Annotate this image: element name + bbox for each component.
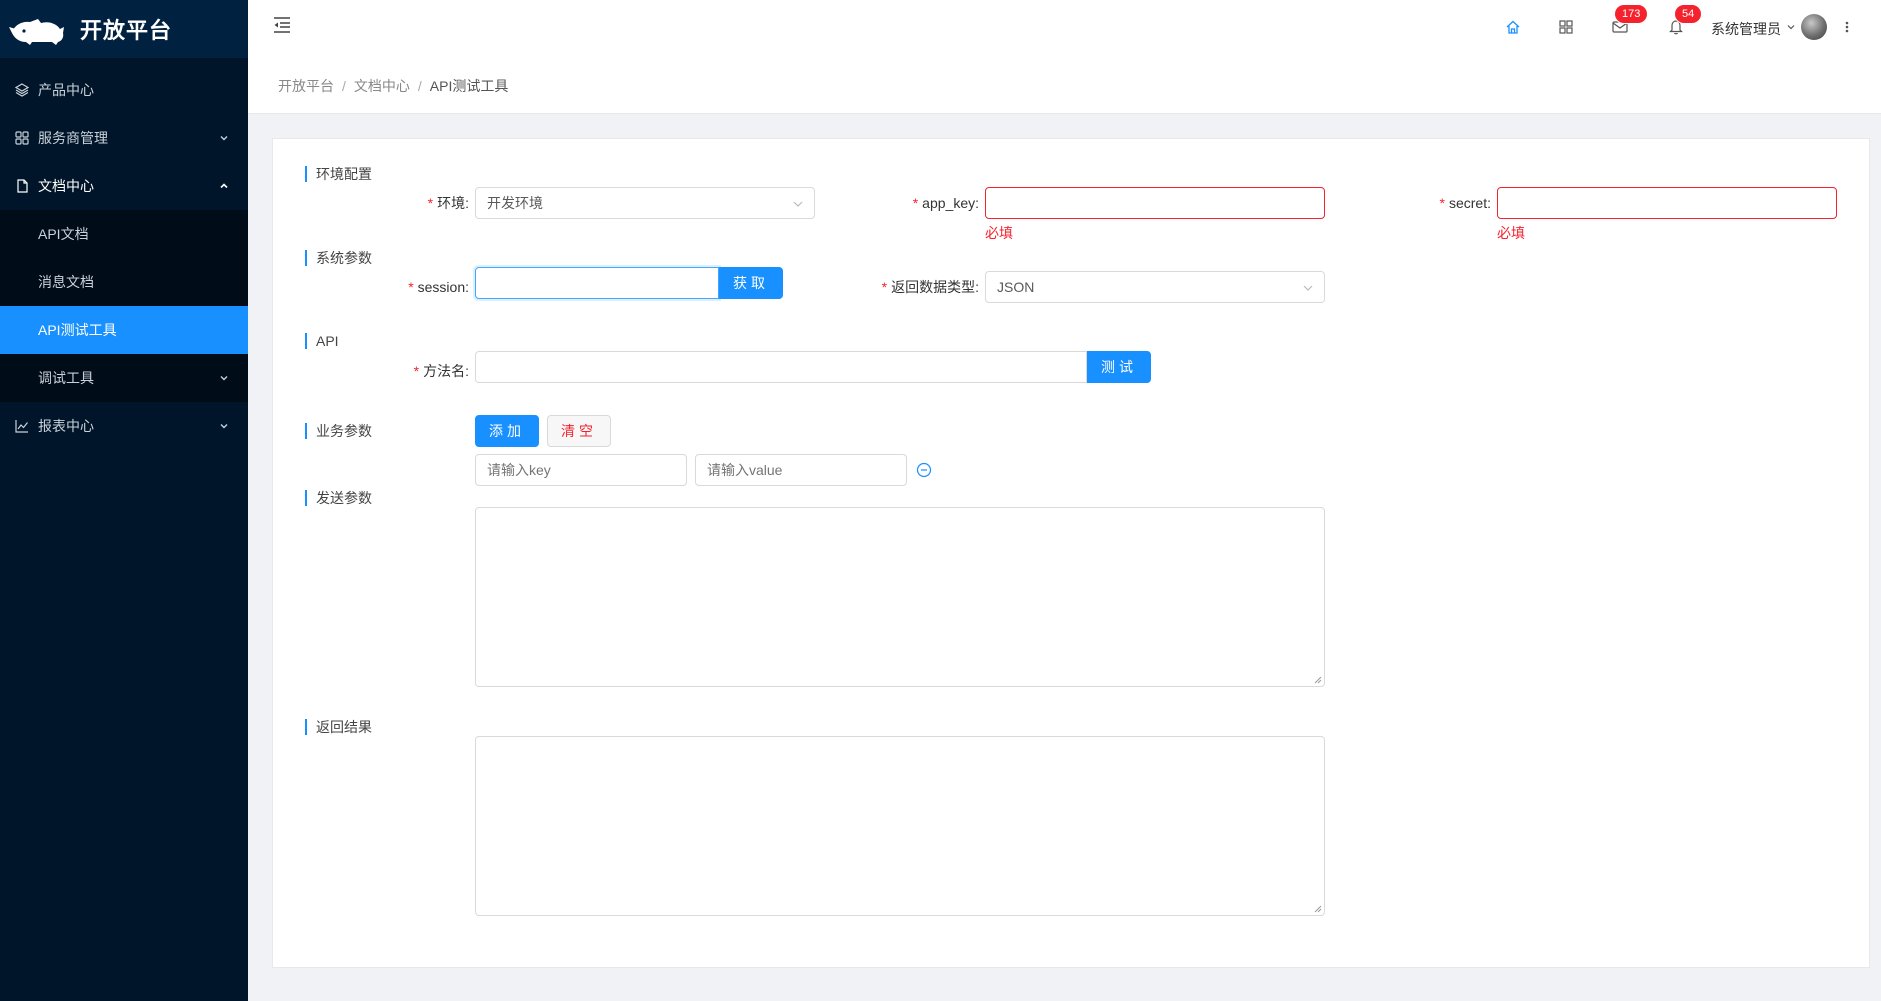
sidebar-item-product[interactable]: 产品中心 xyxy=(0,66,248,114)
env-section-title: 环境配置 xyxy=(305,166,372,182)
sidebar-item-label: 文档中心 xyxy=(38,178,94,194)
sidebar-item-label: 产品中心 xyxy=(38,82,94,98)
sidebar-item-docs[interactable]: 文档中心 xyxy=(0,162,248,210)
breadcrumb-separator: / xyxy=(342,77,346,94)
session-label: * session: xyxy=(408,279,469,295)
apps-icon xyxy=(14,130,30,146)
breadcrumb-current: API测试工具 xyxy=(429,77,509,94)
env-label-text: 环境 xyxy=(437,195,466,211)
app-key-label-text: app_key xyxy=(922,195,976,211)
return-type-select[interactable]: JSON xyxy=(985,271,1325,303)
test-button[interactable]: 测试 xyxy=(1087,351,1151,383)
api-section-title: API xyxy=(305,333,339,349)
result-textarea[interactable] xyxy=(475,736,1325,916)
sidebar-item-api-test-tool[interactable]: API测试工具 xyxy=(0,306,248,354)
clear-button[interactable]: 清空 xyxy=(547,415,611,447)
session-label-text: session xyxy=(417,279,466,295)
line-chart-icon xyxy=(14,418,30,434)
sidebar-item-label: 服务商管理 xyxy=(38,130,108,146)
sidebar-item-label: 消息文档 xyxy=(38,274,94,290)
app-key-error: 必填 xyxy=(985,225,1013,241)
breadcrumb: 开放平台 / 文档中心 / API测试工具 xyxy=(248,58,1881,114)
chevron-up-icon xyxy=(220,183,228,189)
app-key-label: * app_key: xyxy=(912,195,979,211)
send-params-textarea[interactable] xyxy=(475,507,1325,687)
chevron-down-icon xyxy=(1303,285,1313,291)
sidebar-item-label: 调试工具 xyxy=(38,370,94,386)
menu-fold-icon[interactable] xyxy=(272,16,292,34)
sidebar: 开放平台 产品中心 服务商管理 文档中心 API文档 消息文档 API测试工具 … xyxy=(0,0,248,1001)
chevron-down-icon xyxy=(220,424,228,429)
method-input[interactable] xyxy=(475,351,1087,383)
return-type-label-text: 返回数据类型 xyxy=(891,279,976,295)
sys-section-title: 系统参数 xyxy=(305,250,372,266)
file-icon xyxy=(14,178,30,194)
env-label: * 环境: xyxy=(427,195,469,211)
sidebar-item-label: API测试工具 xyxy=(38,322,117,338)
more-vertical-icon[interactable] xyxy=(1845,18,1849,36)
docs-submenu: API文档 消息文档 API测试工具 调试工具 xyxy=(0,210,248,402)
secret-error: 必填 xyxy=(1497,225,1525,241)
top-header: 173 54 系统管理员 xyxy=(248,0,1881,58)
mail-count-badge: 173 xyxy=(1615,5,1648,23)
result-section-title: 返回结果 xyxy=(305,719,372,735)
secret-label: * secret: xyxy=(1439,195,1491,211)
secret-label-text: secret xyxy=(1448,195,1488,211)
env-select[interactable]: 开发环境 xyxy=(475,187,815,219)
param-value-input[interactable] xyxy=(695,454,907,486)
chevron-down-icon xyxy=(220,136,228,141)
sidebar-item-message-docs[interactable]: 消息文档 xyxy=(0,258,248,306)
chevron-down-icon xyxy=(220,376,228,381)
avatar[interactable] xyxy=(1801,14,1827,40)
method-label-text: 方法名 xyxy=(423,363,466,379)
env-select-value: 开发环境 xyxy=(487,195,543,211)
method-label: * 方法名: xyxy=(413,363,469,379)
biz-section-title: 业务参数 xyxy=(305,423,372,439)
param-key-input[interactable] xyxy=(475,454,687,486)
breadcrumb-separator: / xyxy=(417,77,422,94)
layers-icon xyxy=(14,82,30,98)
home-icon[interactable] xyxy=(1504,18,1522,36)
notice-count-badge: 54 xyxy=(1675,5,1702,23)
sidebar-item-provider[interactable]: 服务商管理 xyxy=(0,114,248,162)
sidebar-item-api-docs[interactable]: API文档 xyxy=(0,210,248,258)
resize-handle-icon[interactable] xyxy=(1313,675,1322,684)
breadcrumb-item[interactable]: 开放平台 xyxy=(278,76,334,96)
fetch-button[interactable]: 获取 xyxy=(719,267,783,299)
app-key-input[interactable] xyxy=(985,187,1325,219)
sidebar-menu: 产品中心 服务商管理 文档中心 API文档 消息文档 API测试工具 调试工具 … xyxy=(0,58,248,450)
rhino-logo-icon xyxy=(9,19,64,45)
user-name[interactable]: 系统管理员 xyxy=(1711,19,1781,39)
sidebar-item-reports[interactable]: 报表中心 xyxy=(0,402,248,450)
logo[interactable]: 开放平台 xyxy=(0,0,248,58)
sidebar-item-debug-tool[interactable]: 调试工具 xyxy=(0,354,248,402)
add-button[interactable]: 添加 xyxy=(475,415,539,447)
chevron-down-icon[interactable] xyxy=(1786,22,1796,32)
api-test-card: 环境配置 * 环境: 开发环境 * app_key: 必填 * secret: 必填 … xyxy=(272,138,1870,968)
resize-handle-icon[interactable] xyxy=(1313,904,1322,913)
breadcrumb-item[interactable]: 文档中心 xyxy=(354,76,410,96)
return-type-value: JSON xyxy=(997,279,1035,295)
secret-input[interactable] xyxy=(1497,187,1837,219)
session-input[interactable] xyxy=(475,267,719,299)
chevron-down-icon xyxy=(793,201,803,207)
grid-icon[interactable] xyxy=(1557,18,1575,36)
minus-circle-icon[interactable] xyxy=(916,462,932,478)
send-section-title: 发送参数 xyxy=(305,490,372,506)
sidebar-item-label: API文档 xyxy=(38,226,89,242)
sidebar-item-label: 报表中心 xyxy=(38,418,94,434)
app-title: 开放平台 xyxy=(80,18,173,43)
return-type-label: * 返回数据类型: xyxy=(881,279,979,295)
